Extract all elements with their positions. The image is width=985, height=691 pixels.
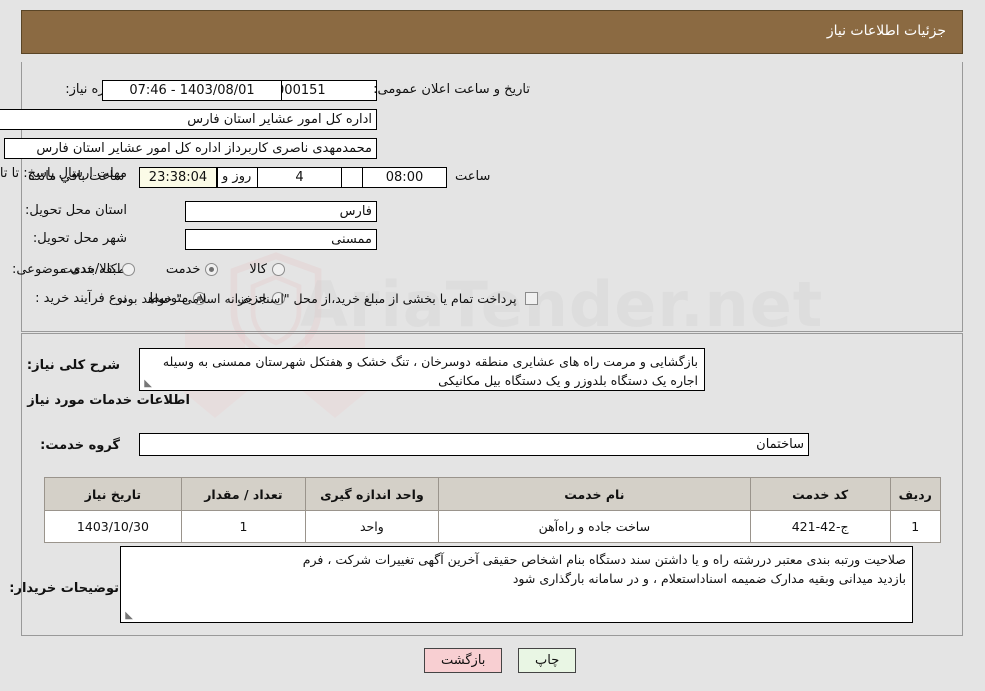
- treasury-checkbox-row: پرداخت تمام یا بخشی از مبلغ خرید،از محل …: [118, 291, 538, 306]
- radio-category-service[interactable]: [205, 263, 219, 276]
- services-table-header-row: ردیف کد خدمت نام خدمت واحد اندازه گیری ت…: [44, 477, 942, 511]
- radio-category-service-label: خدمت: [165, 262, 201, 277]
- remaining-time-label: ساعت باقي مانده: [28, 169, 125, 184]
- col-code: کد خدمت: [749, 477, 891, 511]
- buyer-org-value[interactable]: اداره کل امور عشایر استان فارس: [0, 109, 377, 130]
- col-need-date: تاریخ نیاز: [44, 477, 182, 511]
- resize-grip-icon[interactable]: ◣: [142, 379, 152, 389]
- radio-category-goods[interactable]: [272, 263, 285, 276]
- service-group-value[interactable]: ساختمان: [139, 433, 809, 456]
- buyer-notes-label: توضیحات خریدار:: [9, 581, 119, 596]
- cell-need-date: 1403/10/30: [44, 510, 182, 543]
- treasury-bonds-label: پرداخت تمام یا بخشی از مبلغ خرید،از محل …: [118, 291, 517, 306]
- countdown-timer-value: 23:38:04: [139, 167, 217, 188]
- hour-label: ساعت: [455, 169, 491, 184]
- col-name: نام خدمت: [437, 477, 751, 511]
- announce-datetime-value[interactable]: 1403/08/01 - 07:46: [102, 80, 282, 101]
- province-label-row: استان محل تحویل:: [25, 203, 127, 218]
- col-unit: واحد اندازه گیری: [304, 477, 439, 511]
- services-section-title: اطلاعات خدمات مورد نیاز: [27, 393, 190, 408]
- delivery-province-label: استان محل تحویل:: [25, 203, 127, 218]
- page-header: جزئیات اطلاعات نیاز: [21, 10, 963, 54]
- remaining-label-row: ساعت باقي مانده: [28, 169, 124, 184]
- radio-category-goods-service-label: کالا/خدمت: [60, 262, 117, 277]
- radio-category-goods-service[interactable]: [121, 263, 135, 276]
- purchase-process-label: نوع فرآیند خرید :: [35, 291, 127, 306]
- delivery-city-label: شهر محل تحویل:: [32, 231, 127, 246]
- cell-quantity: 1: [180, 510, 306, 543]
- delivery-city-value[interactable]: ممسنی: [185, 229, 377, 250]
- remaining-days-value[interactable]: 4: [257, 167, 342, 188]
- days-label: روز و: [222, 169, 252, 184]
- deadline-time-value[interactable]: 08:00: [362, 167, 447, 188]
- print-button-wrap: چاپ: [518, 648, 577, 673]
- need-summary-line2: اجاره یک دستگاه بلدوزر و یک دستگاه بیل م…: [438, 373, 698, 388]
- service-group-label-row: گروه خدمت:: [40, 438, 120, 453]
- delivery-province-value[interactable]: فارس: [185, 201, 377, 222]
- creator-value[interactable]: محمدمهدی ناصری کاربرداز اداره کل امور عش…: [4, 138, 377, 159]
- page-root: AriaTender.net جزئیات اطلاعات نیاز شماره…: [0, 0, 985, 691]
- service-group-field-row: ساختمان: [139, 433, 809, 456]
- deadline-time-field-row: 08:00: [362, 167, 447, 188]
- creator-field-row: محمدمهدی ناصری کاربرداز اداره کل امور عش…: [4, 138, 377, 159]
- city-label-row: شهر محل تحویل:: [33, 231, 127, 246]
- buyer-notes-line2: بازدید میدانی وبقیه مدارک ضمیمه اسناداست…: [512, 571, 906, 586]
- announce-label-row: تاریخ و ساعت اعلان عمومی:: [373, 82, 530, 97]
- col-quantity: تعداد / مقدار: [180, 477, 306, 511]
- cell-name: ساخت جاده و راه‌آهن: [437, 510, 751, 543]
- cell-unit: واحد: [304, 510, 439, 543]
- days-field-row: 4: [257, 167, 342, 188]
- announce-field-row: 1403/08/01 - 07:46: [102, 80, 282, 101]
- services-table: ردیف کد خدمت نام خدمت واحد اندازه گیری ت…: [44, 477, 942, 543]
- back-button[interactable]: بازگشت: [424, 648, 503, 673]
- deadline-hour-label-row: ساعت: [455, 169, 490, 184]
- need-summary-textarea[interactable]: بازگشایی و مرمت راه های عشایری منطقه دوس…: [139, 348, 705, 391]
- service-group-label: گروه خدمت:: [40, 438, 120, 453]
- buyer-org-field-row: اداره کل امور عشایر استان فارس: [0, 109, 377, 130]
- back-button-wrap: بازگشت: [424, 648, 503, 673]
- city-field-row: ممسنی: [185, 229, 377, 250]
- print-button[interactable]: چاپ: [518, 648, 577, 673]
- cell-index: 1: [889, 510, 942, 543]
- province-field-row: فارس: [185, 201, 377, 222]
- buyer-notes-textarea[interactable]: صلاحیت ورتبه بندی معتبر دررشته راه و یا …: [120, 546, 913, 623]
- col-index: ردیف: [889, 477, 942, 511]
- summary-label-row: شرح کلی نیاز:: [27, 358, 120, 373]
- countdown-field-row: 23:38:04: [139, 167, 217, 188]
- days-label-row: روز و: [222, 169, 251, 184]
- services-section-title-row: اطلاعات خدمات مورد نیاز: [27, 393, 190, 408]
- page-title: جزئیات اطلاعات نیاز: [826, 23, 946, 39]
- need-summary-label: شرح کلی نیاز:: [26, 358, 120, 373]
- need-summary-line1: بازگشایی و مرمت راه های عشایری منطقه دوس…: [162, 354, 698, 369]
- table-row[interactable]: 1 ج-42-421 ساخت جاده و راه‌آهن واحد 1 14…: [44, 510, 942, 543]
- cell-code: ج-42-421: [749, 510, 891, 543]
- treasury-bonds-checkbox[interactable]: [524, 292, 538, 305]
- process-label-row: نوع فرآیند خرید :: [35, 291, 127, 306]
- notes-resize-grip-icon[interactable]: ◣: [123, 611, 133, 621]
- category-options: کالا خدمت کالا/خدمت: [55, 262, 285, 277]
- buyer-notes-label-row: توضیحات خریدار:: [9, 581, 119, 596]
- buyer-notes-line1: صلاحیت ورتبه بندی معتبر دررشته راه و یا …: [302, 552, 906, 567]
- radio-category-goods-label: کالا: [249, 262, 267, 277]
- announce-datetime-label: تاریخ و ساعت اعلان عمومی:: [373, 82, 530, 97]
